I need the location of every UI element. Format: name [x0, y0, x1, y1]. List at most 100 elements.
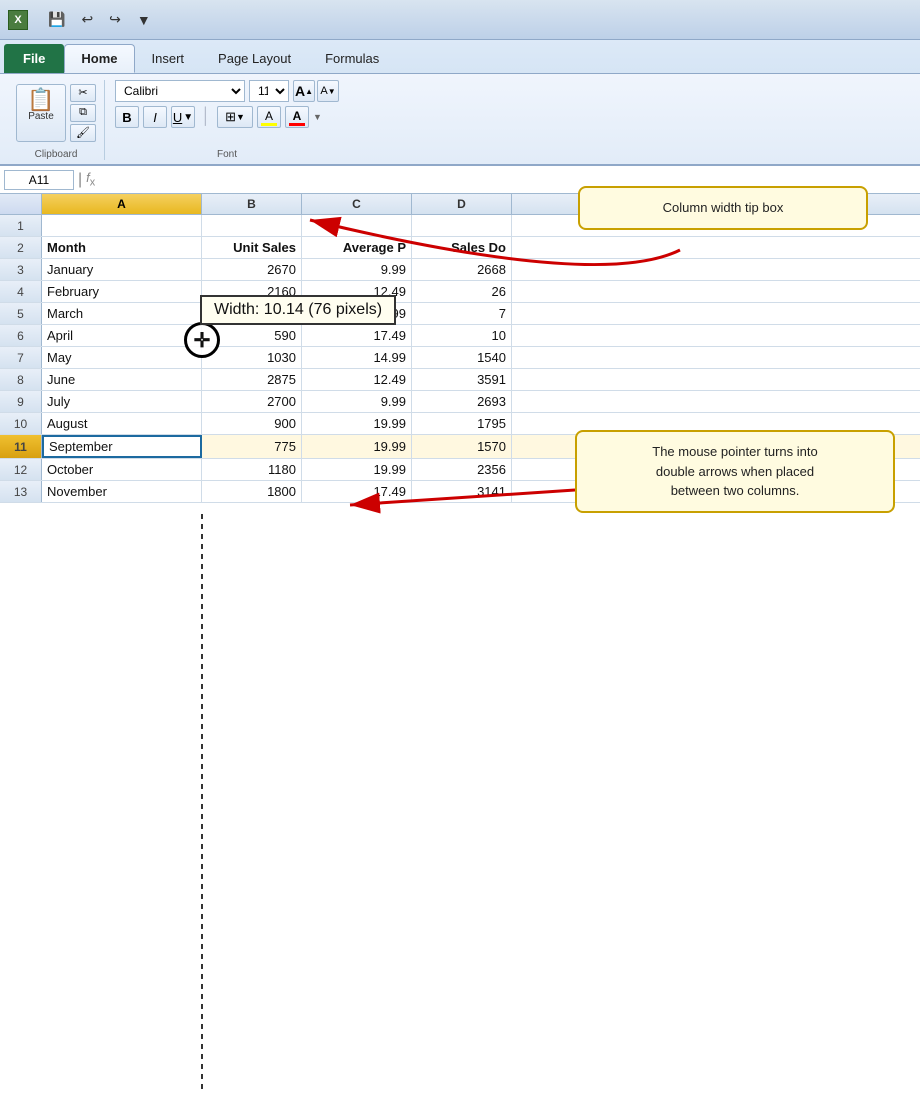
cell[interactable]: Sales Do: [412, 237, 512, 258]
cell[interactable]: May: [42, 347, 202, 368]
cell[interactable]: 9.99: [302, 391, 412, 412]
cell[interactable]: Month: [42, 237, 202, 258]
font-shrink-button[interactable]: A▼: [317, 80, 339, 102]
cell[interactable]: August: [42, 413, 202, 434]
col-header-C[interactable]: C: [302, 194, 412, 214]
cell[interactable]: September: [42, 435, 202, 458]
cell[interactable]: 2670: [202, 259, 302, 280]
paste-button[interactable]: 📋 Paste: [16, 84, 66, 142]
tab-formulas[interactable]: Formulas: [308, 44, 396, 73]
cell[interactable]: 775: [202, 435, 302, 458]
table-row: 4February216012.4926: [0, 281, 920, 303]
table-row: 9July27009.992693: [0, 391, 920, 413]
cell[interactable]: 26: [412, 281, 512, 302]
table-row: 3January26709.992668: [0, 259, 920, 281]
cell[interactable]: 1030: [202, 347, 302, 368]
row-number: 7: [0, 347, 42, 368]
undo-button[interactable]: ↩: [75, 8, 99, 31]
clipboard-group: 📋 Paste ✂ ⧉ 🖌: [8, 80, 105, 160]
redo-button[interactable]: ↪: [103, 8, 127, 31]
fx-button[interactable]: fx: [86, 170, 95, 189]
row-number: 2: [0, 237, 42, 258]
italic-icon: I: [153, 110, 157, 125]
col-header-D[interactable]: D: [412, 194, 512, 214]
tab-file[interactable]: File: [4, 44, 64, 73]
cell[interactable]: 19.99: [302, 413, 412, 434]
row-number: 4: [0, 281, 42, 302]
cell[interactable]: 19.99: [302, 435, 412, 458]
fill-color-button[interactable]: A: [257, 106, 281, 128]
col-header-A[interactable]: A: [42, 194, 202, 214]
cell[interactable]: 3141: [412, 481, 512, 502]
cell[interactable]: April: [42, 325, 202, 346]
cell[interactable]: March: [42, 303, 202, 324]
tab-insert[interactable]: Insert: [135, 44, 202, 73]
cell[interactable]: 2668: [412, 259, 512, 280]
cell[interactable]: February: [42, 281, 202, 302]
borders-button[interactable]: ⊞ ▼: [217, 106, 253, 128]
quick-access-toolbar[interactable]: 💾 ↩ ↪ ▼: [42, 8, 157, 31]
row-number: 11: [0, 435, 42, 458]
cell[interactable]: 1570: [412, 435, 512, 458]
cell[interactable]: 900: [202, 413, 302, 434]
cell[interactable]: 12.49: [302, 369, 412, 390]
cell[interactable]: Average P: [302, 237, 412, 258]
resize-cursor: ✛: [184, 322, 220, 358]
row-number: 8: [0, 369, 42, 390]
font-name-select[interactable]: Calibri: [115, 80, 245, 102]
cell[interactable]: June: [42, 369, 202, 390]
font-color-button[interactable]: A: [285, 106, 309, 128]
cell[interactable]: 10: [412, 325, 512, 346]
font-size-select[interactable]: 11: [249, 80, 289, 102]
italic-button[interactable]: I: [143, 106, 167, 128]
cut-icon: ✂: [78, 86, 87, 99]
cell[interactable]: 17.49: [302, 325, 412, 346]
cell[interactable]: 14.99: [302, 347, 412, 368]
cell[interactable]: [42, 215, 202, 236]
cell[interactable]: 1180: [202, 459, 302, 480]
cell[interactable]: 1800: [202, 481, 302, 502]
cell[interactable]: 1540: [412, 347, 512, 368]
callout-width-tip: Column width tip box: [578, 186, 868, 230]
col-header-B[interactable]: B: [202, 194, 302, 214]
underline-button[interactable]: U ▼: [171, 106, 195, 128]
cell[interactable]: [412, 215, 512, 236]
cell[interactable]: [302, 215, 412, 236]
cell[interactable]: October: [42, 459, 202, 480]
cell[interactable]: 1795: [412, 413, 512, 434]
cell[interactable]: 2693: [412, 391, 512, 412]
bold-button[interactable]: B: [115, 106, 139, 128]
table-row: 2MonthUnit SalesAverage PSales Do: [0, 237, 920, 259]
cell[interactable]: 19.99: [302, 459, 412, 480]
copy-button[interactable]: ⧉: [70, 104, 96, 122]
save-button[interactable]: 💾: [42, 8, 71, 31]
cell[interactable]: Unit Sales: [202, 237, 302, 258]
table-row: 8June287512.493591: [0, 369, 920, 391]
format-painter-button[interactable]: 🖌: [70, 124, 96, 142]
font-grow-button[interactable]: A▲: [293, 80, 315, 102]
cell[interactable]: 2700: [202, 391, 302, 412]
cell[interactable]: July: [42, 391, 202, 412]
cut-button[interactable]: ✂: [70, 84, 96, 102]
ribbon-content: 📋 Paste ✂ ⧉ 🖌: [0, 73, 920, 164]
font-group-content: Calibri 11 A▲ A▼: [115, 80, 339, 128]
cell[interactable]: November: [42, 481, 202, 502]
cell[interactable]: 2356: [412, 459, 512, 480]
cell[interactable]: 3591: [412, 369, 512, 390]
tab-home[interactable]: Home: [64, 44, 134, 73]
tab-page-layout[interactable]: Page Layout: [201, 44, 308, 73]
font-grow-icon: A: [295, 83, 305, 99]
callout-mouse-pointer-text: The mouse pointer turns into double arro…: [652, 444, 817, 498]
cell[interactable]: 2875: [202, 369, 302, 390]
font-group: Calibri 11 A▲ A▼: [107, 80, 347, 160]
cell[interactable]: 7: [412, 303, 512, 324]
name-box[interactable]: [4, 170, 74, 190]
cell[interactable]: 9.99: [302, 259, 412, 280]
cell[interactable]: [202, 215, 302, 236]
clipboard-group-content: 📋 Paste ✂ ⧉ 🖌: [16, 80, 96, 145]
table-row: 6April59017.4910: [0, 325, 920, 347]
cell[interactable]: January: [42, 259, 202, 280]
quick-access-dropdown[interactable]: ▼: [131, 9, 157, 31]
cell[interactable]: 17.49: [302, 481, 412, 502]
borders-icon: ⊞: [225, 109, 236, 125]
